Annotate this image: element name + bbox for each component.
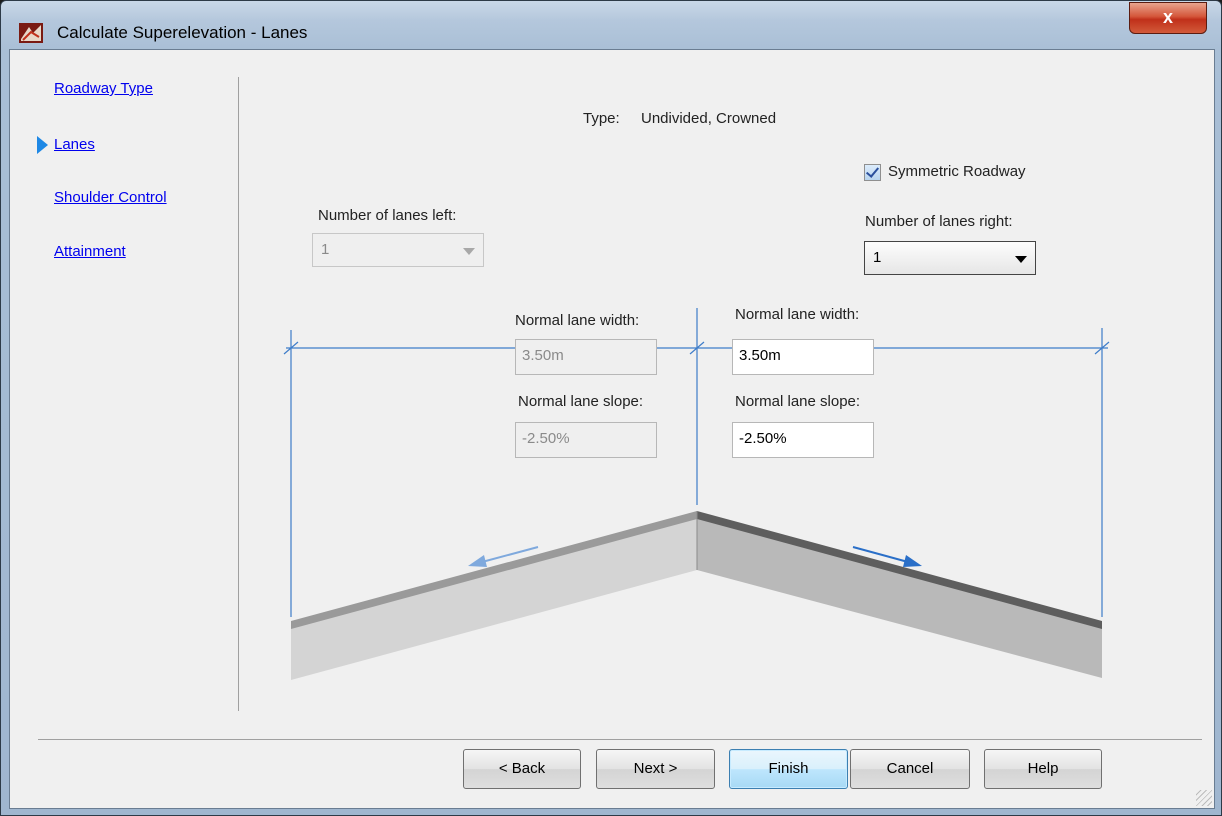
chevron-down-icon [463,248,475,255]
next-button[interactable]: Next > [596,749,715,789]
back-button[interactable]: < Back [463,749,581,789]
footer-divider [38,739,1202,740]
right-lane-slope-label: Normal lane slope: [735,393,861,410]
lanes-right-value: 1 [873,249,882,266]
close-button[interactable]: x [1129,2,1207,34]
left-lane-slab-face [291,515,697,680]
dimension-lines [283,308,1110,617]
left-lane-slope-label: Normal lane slope: [518,393,644,410]
left-lane-slope-input[interactable]: -2.50% [515,422,657,458]
cancel-button[interactable]: Cancel [850,749,970,789]
symmetric-roadway-checkbox[interactable] [864,164,881,181]
chevron-down-icon [1015,256,1027,263]
lanes-left-select[interactable]: 1 [312,233,484,267]
right-lane-width-label: Normal lane width: [735,306,860,323]
title-bar[interactable]: Calculate Superelevation - Lanes x [1,1,1221,49]
right-lane-slab-face [697,515,1102,678]
finish-button[interactable]: Finish [729,749,848,789]
lanes-right-select[interactable]: 1 [864,241,1036,275]
type-value: Undivided, Crowned [641,110,777,127]
civil3d-app-icon [19,23,43,43]
symmetric-roadway-label: Symmetric Roadway [888,163,1026,180]
window-title: Calculate Superelevation - Lanes [57,23,308,42]
help-button[interactable]: Help [984,749,1102,789]
left-lane-width-label: Normal lane width: [515,312,640,329]
right-lane-width-input[interactable]: 3.50m [732,339,874,375]
dialog-client-area: Roadway Type Lanes Shoulder Control Atta… [9,49,1215,809]
resize-grip-icon[interactable] [1196,790,1212,806]
lanes-right-label: Number of lanes right: [865,213,1013,230]
dialog-window: Calculate Superelevation - Lanes x Roadw… [0,0,1222,816]
left-lane-width-input[interactable]: 3.50m [515,339,657,375]
lanes-left-label: Number of lanes left: [318,207,457,224]
lanes-left-value: 1 [321,241,330,258]
right-lane-slope-input[interactable]: -2.50% [732,422,874,458]
roadway-crown-diagram [283,308,1110,680]
type-label: Type: [583,110,620,127]
